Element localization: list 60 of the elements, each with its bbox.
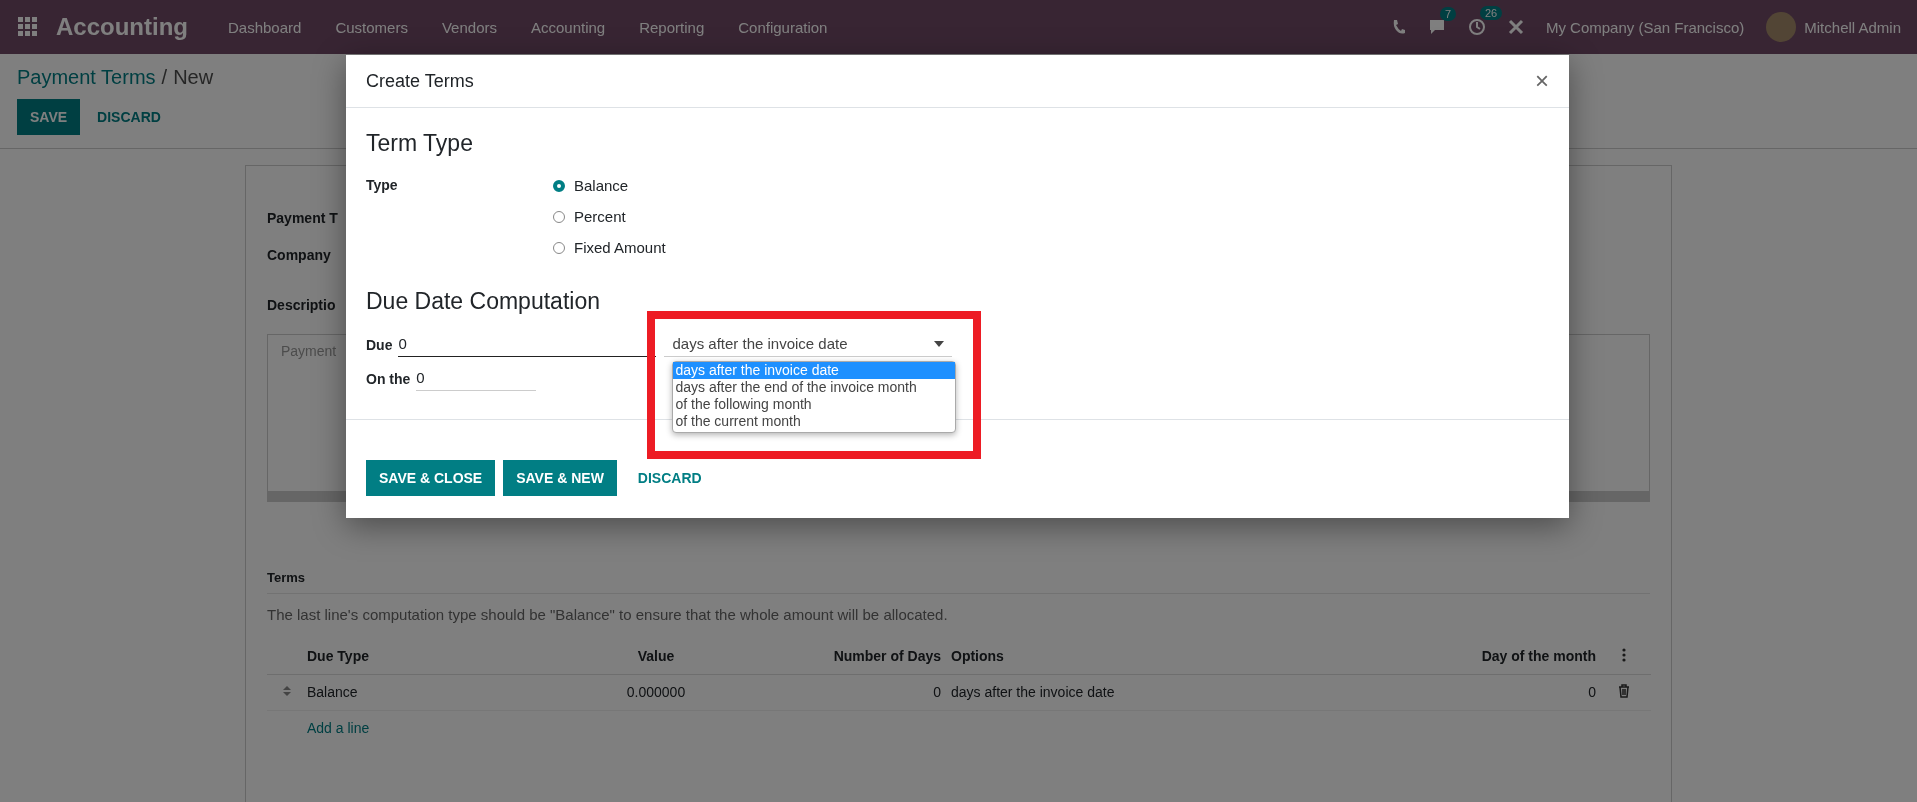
field-label: Descriptio [267, 297, 336, 313]
table-cell: 0.000000 [626, 684, 686, 700]
section-heading: Due Date Computation [366, 288, 600, 315]
apps-grid-icon[interactable] [18, 17, 38, 37]
menu-item[interactable]: Accounting [530, 18, 606, 36]
column-header[interactable]: Number of Days [833, 648, 941, 664]
add-line-link[interactable]: Add a line [307, 720, 370, 736]
breadcrumb-separator: / [161, 66, 168, 89]
table-cell: 0 [1588, 684, 1596, 700]
radio-option[interactable]: Percent [553, 208, 666, 225]
column-header[interactable]: Day of the month [1481, 648, 1596, 664]
save-button[interactable]: SAVE [17, 99, 81, 135]
breadcrumb-link[interactable]: Payment Terms [17, 66, 156, 89]
field-label: On the [366, 371, 411, 389]
menu-item[interactable]: Dashboard [228, 18, 302, 36]
column-header[interactable]: Due Type [307, 648, 369, 664]
breadcrumb-current: New [173, 66, 214, 89]
user-name[interactable]: Mitchell Admin [1804, 18, 1901, 36]
table-cell: Balance [307, 684, 358, 700]
dialog-title: Create Terms [366, 70, 474, 92]
close-button[interactable]: × [1531, 67, 1553, 95]
terms-note: The last line's computation type should be "Balance" to ensure that the whole amount will be allocated. [267, 606, 948, 623]
column-header[interactable]: Options [951, 648, 1004, 664]
dropdown-option[interactable]: of the following month [673, 396, 956, 413]
caret-icon[interactable] [934, 340, 945, 347]
save-close-button[interactable]: SAVE & CLOSE [366, 460, 496, 496]
radio-option[interactable]: Balance [553, 177, 666, 194]
menu-item[interactable]: Customers [335, 18, 408, 36]
discard-button[interactable]: DISCARD [624, 460, 715, 496]
chat-icon[interactable] [1427, 19, 1446, 35]
activity-count-badge: 26 [1479, 6, 1503, 20]
day-of-month-field[interactable]: 0 [416, 369, 537, 391]
company-switcher[interactable]: My Company (San Francisco) [1545, 18, 1745, 36]
dropdown-option[interactable]: of the current month [673, 413, 956, 430]
drag-handle-icon[interactable] [282, 685, 292, 697]
trash-icon[interactable] [1617, 684, 1630, 698]
field-label: Payment T [267, 210, 338, 226]
due-days-field[interactable]: 0 [398, 335, 657, 357]
menu-item[interactable]: Vendors [441, 18, 497, 36]
column-header[interactable]: Value [637, 648, 675, 664]
table-cell: days after the invoice date [951, 684, 1115, 700]
app-name[interactable]: Accounting [56, 13, 188, 41]
field-label: Company [267, 247, 331, 263]
clock-icon[interactable] [1467, 18, 1486, 36]
dropdown-option[interactable]: days after the end of the invoice month [673, 379, 956, 396]
message-count-badge: 7 [1439, 7, 1456, 21]
due-option-select[interactable]: days after the invoice date [664, 335, 953, 357]
kebab-menu-icon[interactable] [1621, 648, 1626, 662]
save-new-button[interactable]: SAVE & NEW [503, 460, 617, 496]
menu-item[interactable]: Configuration [738, 18, 828, 36]
dropdown-option[interactable]: days after the invoice date [673, 362, 956, 379]
menu-item[interactable]: Reporting [639, 18, 705, 36]
phone-icon[interactable] [1391, 19, 1406, 35]
field-label: Due [366, 337, 393, 355]
discard-button[interactable]: DISCARD [84, 99, 174, 135]
section-label: Terms [267, 570, 306, 585]
radio-option[interactable]: Fixed Amount [553, 239, 666, 256]
section-heading: Term Type [366, 130, 473, 157]
field-label: Type [366, 177, 399, 193]
table-cell: 0 [933, 684, 941, 700]
